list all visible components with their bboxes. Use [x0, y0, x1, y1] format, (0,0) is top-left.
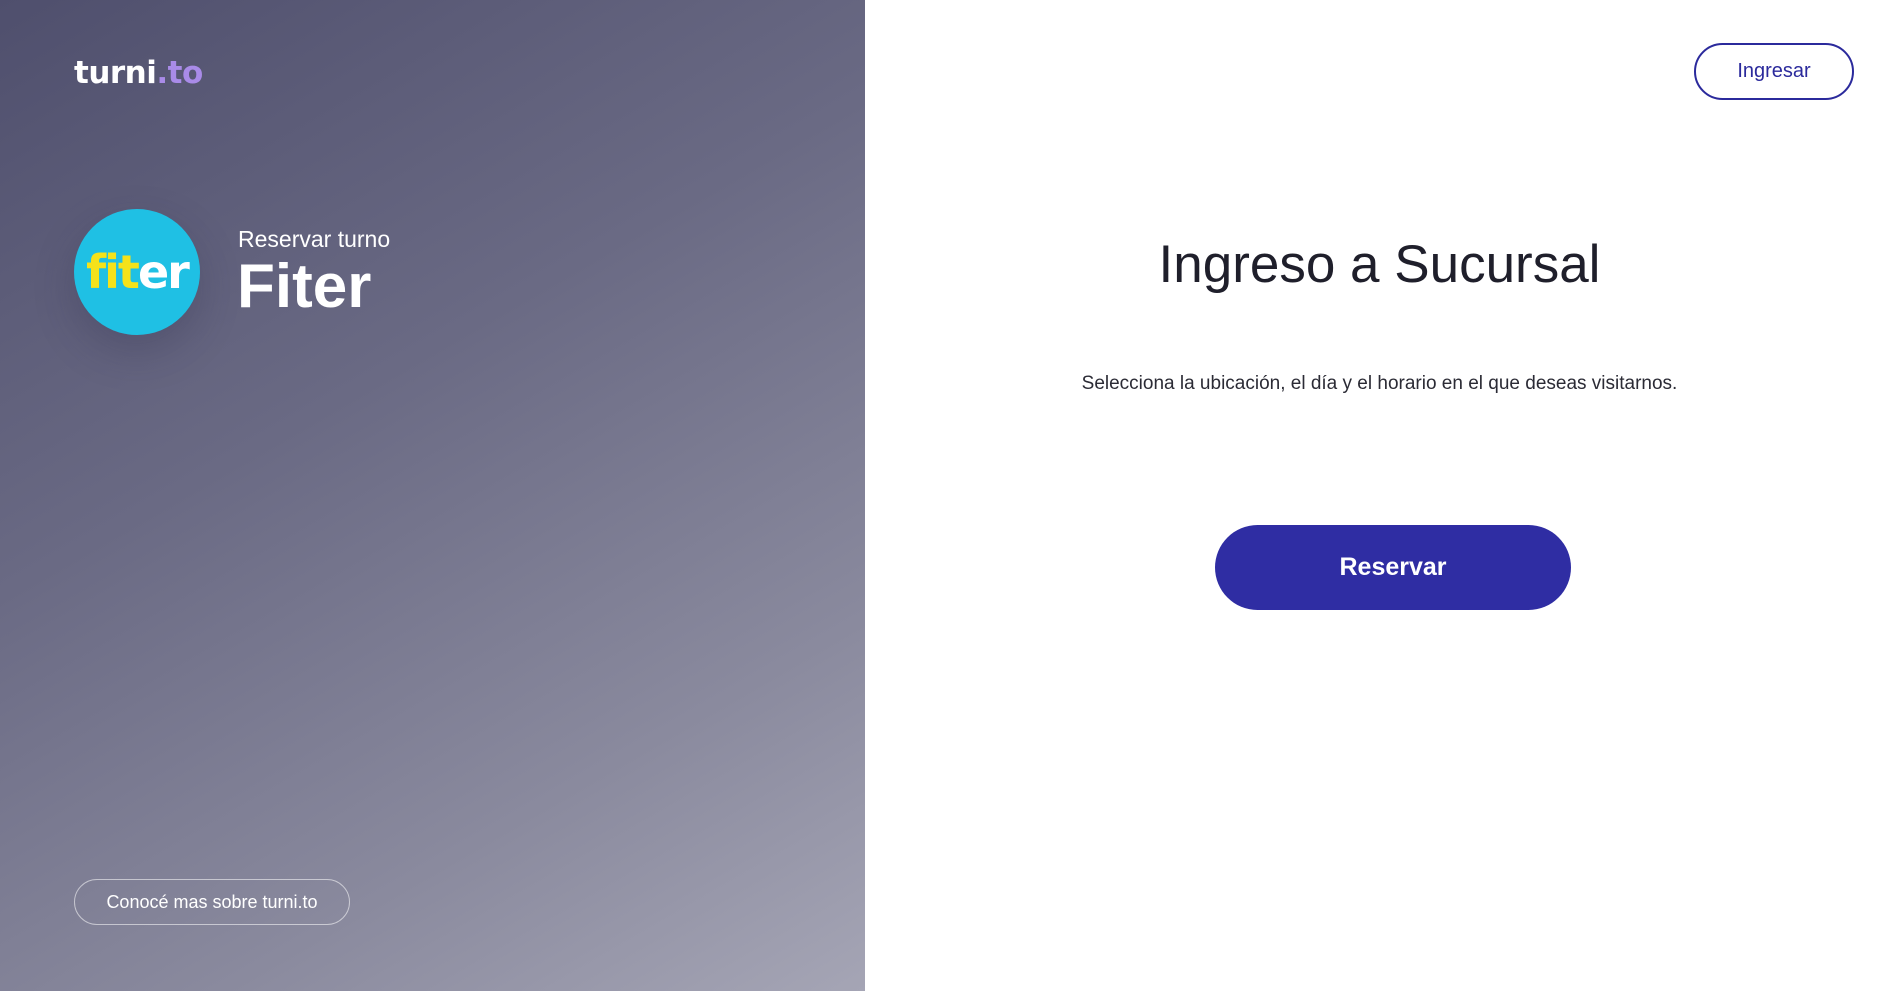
booking-label: Reservar turno: [238, 226, 391, 252]
company-logo: fiter: [74, 209, 200, 335]
page-title: Ingreso a Sucursal: [1158, 235, 1601, 294]
company-logo-part2: er: [137, 245, 190, 299]
page-subtitle: Selecciona la ubicación, el día y el hor…: [1081, 373, 1678, 394]
brand-name-main: turni: [74, 55, 157, 91]
page: turni.to fiter Reservar turno Fiter Cono…: [0, 0, 1894, 991]
reserve-button[interactable]: Reservar: [1215, 525, 1571, 610]
company-logo-part1: fit: [86, 245, 140, 299]
company-name: Fiter: [237, 252, 372, 321]
brand-name-suffix: .to: [156, 55, 203, 91]
right-panel: Ingresar Ingreso a Sucursal Selecciona l…: [865, 0, 1894, 991]
company-logo-text: fiter: [86, 249, 190, 295]
about-turnito-link[interactable]: Conocé mas sobre turni.to: [74, 879, 350, 925]
left-panel: turni.to fiter Reservar turno Fiter Cono…: [0, 0, 865, 991]
login-button[interactable]: Ingresar: [1694, 43, 1854, 100]
turnito-logo[interactable]: turni.to: [74, 58, 203, 89]
